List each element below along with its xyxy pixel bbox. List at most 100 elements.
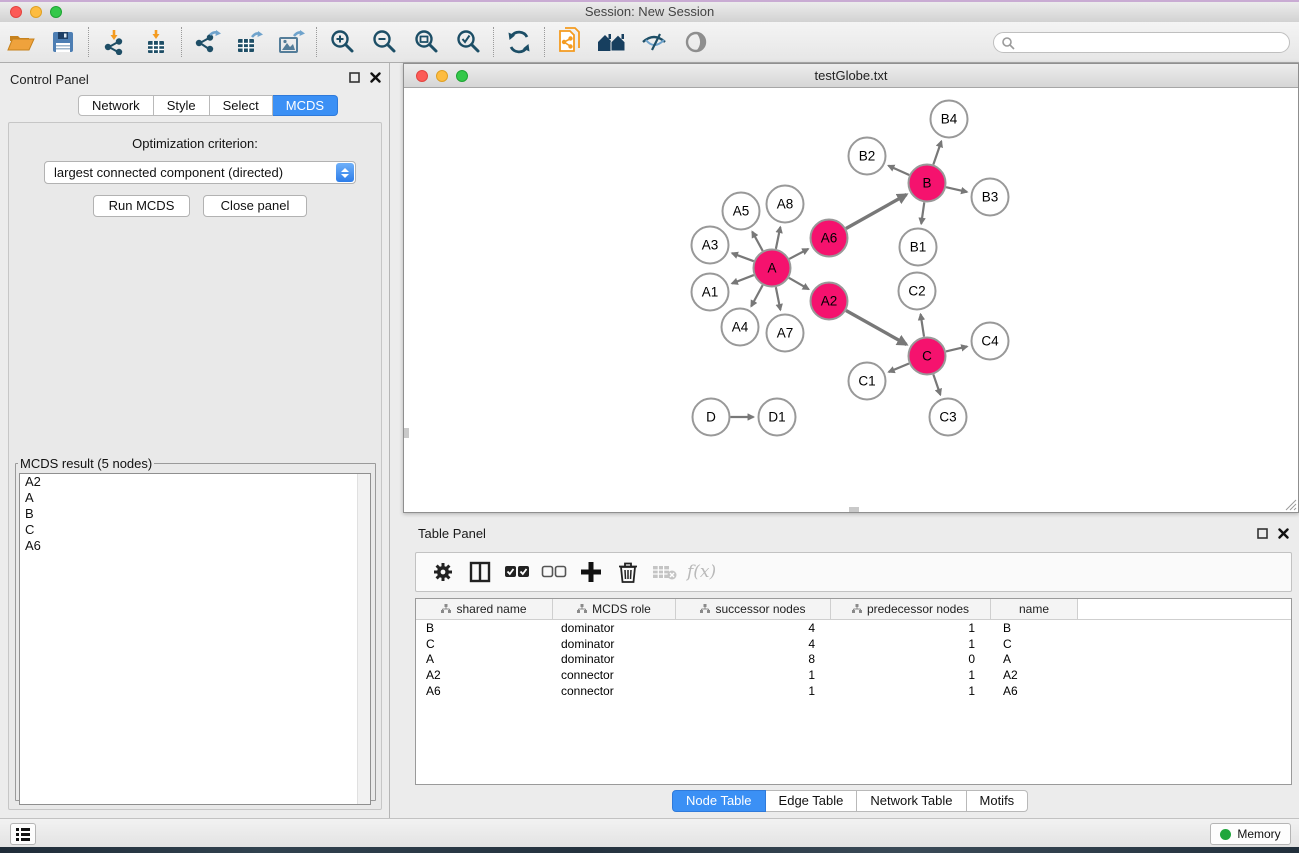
- zoom-network-button[interactable]: [456, 70, 468, 82]
- node-C4[interactable]: C4: [972, 323, 1009, 360]
- tab-mcds[interactable]: MCDS: [273, 95, 338, 116]
- close-window-button[interactable]: [10, 6, 22, 18]
- run-mcds-button[interactable]: Run MCDS: [93, 195, 190, 217]
- edge-C-C3[interactable]: [933, 374, 940, 394]
- close-panel-icon[interactable]: [370, 72, 381, 83]
- node-table-body[interactable]: Bdominator41BCdominator41CAdominator80AA…: [416, 620, 1291, 698]
- import-network-icon[interactable]: [93, 23, 135, 61]
- table-row[interactable]: A6connector11A6: [416, 683, 1291, 699]
- result-list-item[interactable]: A6: [20, 538, 370, 554]
- cell-successor-nodes[interactable]: 4: [676, 636, 831, 652]
- function-builder-icon[interactable]: f(x): [687, 562, 716, 582]
- node-A6[interactable]: A6: [811, 220, 848, 257]
- add-column-icon[interactable]: [572, 554, 609, 590]
- result-list-item[interactable]: B: [20, 506, 370, 522]
- node-D1[interactable]: D1: [759, 399, 796, 436]
- minimize-window-button[interactable]: [30, 6, 42, 18]
- edge-A-A3[interactable]: [732, 253, 754, 261]
- cell-name[interactable]: C: [991, 636, 1078, 652]
- edge-A-A8[interactable]: [776, 227, 780, 249]
- result-list-item[interactable]: C: [20, 522, 370, 538]
- result-list-item[interactable]: A2: [20, 474, 370, 490]
- node-D[interactable]: D: [693, 399, 730, 436]
- table-settings-gear-icon[interactable]: [424, 554, 461, 590]
- cell-shared-name[interactable]: A: [416, 651, 553, 667]
- export-table-icon[interactable]: [228, 23, 270, 61]
- cell-successor-nodes[interactable]: 1: [676, 683, 831, 699]
- tab-node-table[interactable]: Node Table: [672, 790, 766, 812]
- memory-button[interactable]: Memory: [1210, 823, 1291, 845]
- close-table-panel-icon[interactable]: [1278, 528, 1289, 539]
- node-C3[interactable]: C3: [930, 399, 967, 436]
- cell-name[interactable]: A: [991, 651, 1078, 667]
- node-table[interactable]: shared nameMCDS rolesuccessor nodesprede…: [415, 598, 1292, 785]
- cell-name[interactable]: A6: [991, 683, 1078, 699]
- home-panels-icon[interactable]: [591, 23, 633, 61]
- clone-network-icon[interactable]: [549, 23, 591, 61]
- edge-A-A1[interactable]: [732, 275, 754, 283]
- cell-MCDS-role[interactable]: dominator: [553, 620, 676, 636]
- column-layout-icon[interactable]: [461, 554, 498, 590]
- edge-A6-B[interactable]: [846, 195, 907, 229]
- search-input[interactable]: [993, 32, 1290, 53]
- column-header-predecessor-nodes[interactable]: predecessor nodes: [831, 599, 991, 619]
- tab-style[interactable]: Style: [154, 95, 210, 116]
- task-history-button[interactable]: [10, 823, 36, 845]
- mcds-result-list[interactable]: A2ABCA6: [19, 473, 371, 805]
- cell-shared-name[interactable]: C: [416, 636, 553, 652]
- edge-B-B2[interactable]: [888, 166, 909, 175]
- cell-shared-name[interactable]: B: [416, 620, 553, 636]
- node-B[interactable]: B: [909, 165, 946, 202]
- edge-A-A4[interactable]: [751, 285, 762, 306]
- tab-select[interactable]: Select: [210, 95, 273, 116]
- float-table-panel-icon[interactable]: [1257, 528, 1268, 539]
- node-A3[interactable]: A3: [692, 227, 729, 264]
- node-C1[interactable]: C1: [849, 363, 886, 400]
- edge-A-A7[interactable]: [776, 287, 781, 310]
- edge-C-C4[interactable]: [946, 346, 967, 351]
- window-controls[interactable]: [10, 6, 62, 18]
- save-session-icon[interactable]: [42, 23, 84, 61]
- export-network-icon[interactable]: [186, 23, 228, 61]
- node-A8[interactable]: A8: [767, 186, 804, 223]
- edge-B-B3[interactable]: [946, 187, 967, 192]
- edge-A2-C[interactable]: [846, 311, 907, 345]
- cell-name[interactable]: B: [991, 620, 1078, 636]
- column-header-name[interactable]: name: [991, 599, 1078, 619]
- cell-MCDS-role[interactable]: connector: [553, 683, 676, 699]
- export-image-icon[interactable]: [270, 23, 312, 61]
- open-folder-icon[interactable]: [0, 23, 42, 61]
- tab-motifs[interactable]: Motifs: [967, 790, 1029, 812]
- optimization-criterion-select[interactable]: largest connected component (directed): [44, 161, 356, 184]
- cell-predecessor-nodes[interactable]: 1: [831, 683, 991, 699]
- table-row[interactable]: Adominator80A: [416, 651, 1291, 667]
- cell-predecessor-nodes[interactable]: 1: [831, 667, 991, 683]
- edge-B-B1[interactable]: [921, 202, 924, 223]
- node-B1[interactable]: B1: [900, 229, 937, 266]
- cell-MCDS-role[interactable]: dominator: [553, 636, 676, 652]
- node-A[interactable]: A: [754, 250, 791, 287]
- float-panel-icon[interactable]: [349, 72, 360, 83]
- node-A2[interactable]: A2: [811, 283, 848, 320]
- close-network-button[interactable]: [416, 70, 428, 82]
- node-A5[interactable]: A5: [723, 193, 760, 230]
- refresh-icon[interactable]: [498, 23, 540, 61]
- table-row[interactable]: A2connector11A2: [416, 667, 1291, 683]
- zoom-out-icon[interactable]: [363, 23, 405, 61]
- tab-network[interactable]: Network: [78, 95, 154, 116]
- cell-successor-nodes[interactable]: 1: [676, 667, 831, 683]
- node-A1[interactable]: A1: [692, 274, 729, 311]
- cell-predecessor-nodes[interactable]: 1: [831, 620, 991, 636]
- cell-name[interactable]: A2: [991, 667, 1078, 683]
- minimize-network-button[interactable]: [436, 70, 448, 82]
- zoom-fit-icon[interactable]: [405, 23, 447, 61]
- column-header-shared-name[interactable]: shared name: [416, 599, 553, 619]
- node-C2[interactable]: C2: [899, 273, 936, 310]
- node-table-header[interactable]: shared nameMCDS rolesuccessor nodesprede…: [416, 599, 1291, 620]
- zoom-window-button[interactable]: [50, 6, 62, 18]
- hide-details-eye-icon[interactable]: [633, 23, 675, 61]
- node-A4[interactable]: A4: [722, 309, 759, 346]
- birds-eye-icon[interactable]: [675, 23, 717, 61]
- zoom-in-icon[interactable]: [321, 23, 363, 61]
- close-panel-button[interactable]: Close panel: [203, 195, 307, 217]
